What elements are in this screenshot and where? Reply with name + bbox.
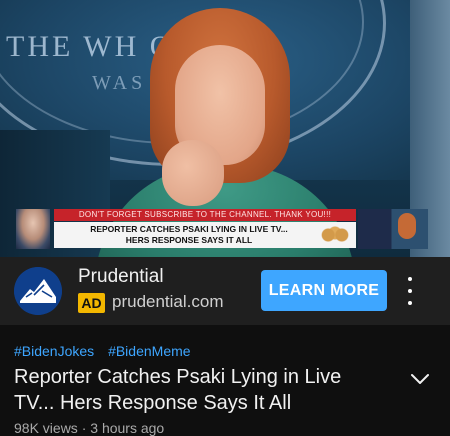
ad-bar[interactable]: Prudential AD prudential.com LEARN MORE xyxy=(0,257,450,325)
hashtag-link[interactable]: #BidenJokes xyxy=(14,343,94,359)
learn-more-button[interactable]: LEARN MORE xyxy=(261,270,387,311)
banner-headline-line2: HERS RESPONSE SAYS IT ALL xyxy=(125,235,253,245)
more-vertical-icon[interactable] xyxy=(402,277,418,305)
lower-third-banner: DON'T FORGET SUBSCRIBE TO THE CHANNEL. T… xyxy=(16,209,428,249)
video-metadata: 98K views · 3 hours ago xyxy=(14,420,164,436)
prudential-rock-logo-icon[interactable] xyxy=(14,267,62,315)
laughing-emoji-icon xyxy=(318,225,352,245)
chevron-down-icon[interactable] xyxy=(410,372,430,384)
hashtag-row: #BidenJokes #BidenMeme xyxy=(14,343,201,359)
meta-separator: · xyxy=(81,420,87,436)
advertiser-domain[interactable]: prudential.com xyxy=(112,292,224,312)
banner-subscribe-strip: DON'T FORGET SUBSCRIBE TO THE CHANNEL. T… xyxy=(54,209,356,221)
hashtag-link[interactable]: #BidenMeme xyxy=(108,343,191,359)
more-dot xyxy=(408,289,412,293)
seal-text-secondary: WAS xyxy=(92,72,147,94)
upload-time: 3 hours ago xyxy=(90,420,165,436)
banner-photo-right xyxy=(358,209,428,249)
more-dot xyxy=(408,301,412,305)
advertiser-name: Prudential xyxy=(78,266,164,287)
ad-badge: AD xyxy=(78,293,105,313)
banner-headline-box: REPORTER CATCHES PSAKI LYING IN LIVE TV.… xyxy=(54,222,356,248)
view-count: 98K views xyxy=(14,420,78,436)
banner-headline-line1: REPORTER CATCHES PSAKI LYING IN LIVE TV.… xyxy=(90,224,288,234)
banner-photo-left xyxy=(16,209,50,249)
presenter-hand xyxy=(162,140,224,206)
video-title[interactable]: Reporter Catches Psaki Lying in Live TV.… xyxy=(14,364,384,416)
video-player[interactable]: THE WH OUSE WAS DON'T FORGET SUBSCRIBE T… xyxy=(0,0,450,257)
more-dot xyxy=(408,277,412,281)
